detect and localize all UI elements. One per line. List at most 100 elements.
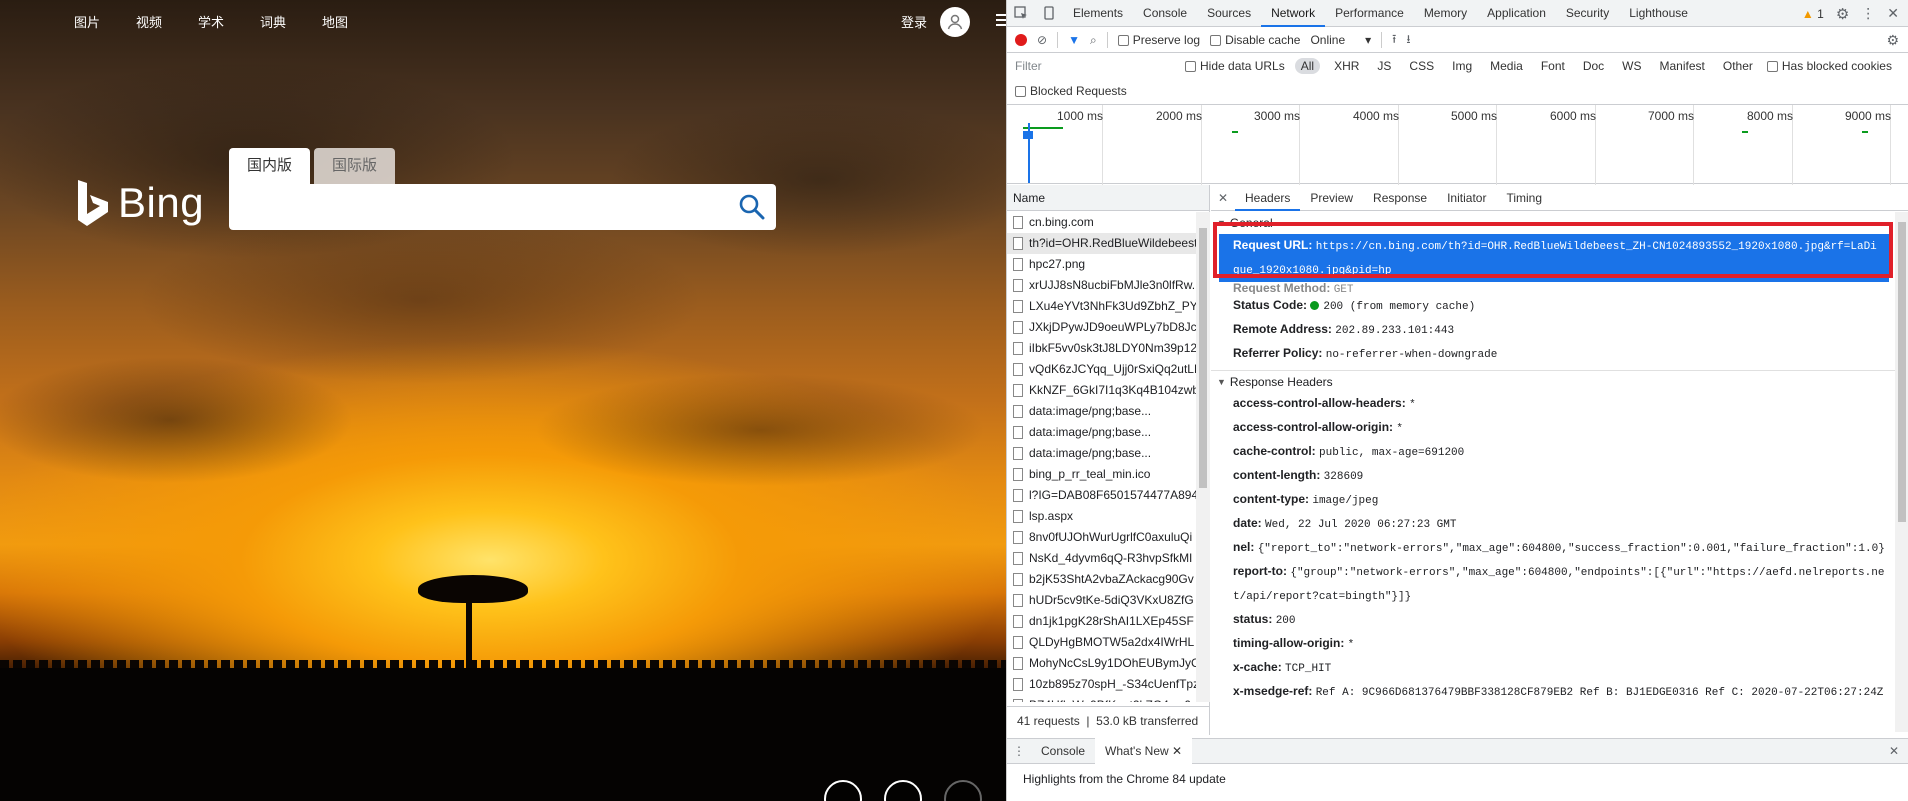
tab-domestic[interactable]: 国内版 bbox=[229, 148, 311, 184]
inspect-element-icon[interactable] bbox=[1007, 0, 1035, 27]
nav-maps[interactable]: 地图 bbox=[322, 12, 384, 31]
filter-type-xhr[interactable]: XHR bbox=[1330, 58, 1363, 74]
has-blocked-cookies-checkbox[interactable]: Has blocked cookies bbox=[1766, 59, 1892, 73]
drawer-menu-icon[interactable]: ⋮ bbox=[1007, 744, 1031, 758]
request-row[interactable]: hpc27.png bbox=[1007, 254, 1196, 275]
throttling-select[interactable]: Online ▾ bbox=[1310, 33, 1371, 47]
filter-type-img[interactable]: Img bbox=[1448, 58, 1476, 74]
request-row[interactable]: NsKd_4dyvm6qQ-R3hvpSfkMI bbox=[1007, 548, 1196, 569]
request-row[interactable]: BZ4UfleWu9BfKnat2kZG4nw6 bbox=[1007, 695, 1196, 702]
detail-scrollbar[interactable] bbox=[1895, 212, 1908, 732]
blocked-requests-checkbox[interactable]: Blocked Requests bbox=[1015, 84, 1127, 100]
record-icon[interactable] bbox=[1015, 34, 1027, 46]
filter-input[interactable]: Filter bbox=[1015, 57, 1175, 75]
tab-response[interactable]: Response bbox=[1363, 185, 1437, 211]
clear-icon[interactable]: ⊘ bbox=[1037, 33, 1047, 47]
search-icon[interactable]: ⌕ bbox=[1090, 33, 1097, 48]
menu-icon[interactable] bbox=[996, 14, 1006, 29]
request-row[interactable]: th?id=OHR.RedBlueWildebeest bbox=[1007, 233, 1196, 254]
tab-international[interactable]: 国际版 bbox=[314, 148, 396, 184]
request-row[interactable]: vQdK6zJCYqq_Ujj0rSxiQq2utLE bbox=[1007, 359, 1196, 380]
general-section-header[interactable]: ▼ General bbox=[1211, 212, 1895, 234]
filter-funnel-icon[interactable]: ▼ bbox=[1068, 33, 1080, 47]
tab-timing[interactable]: Timing bbox=[1496, 185, 1552, 211]
image-info-button[interactable] bbox=[824, 780, 862, 801]
tab-console[interactable]: Console bbox=[1133, 0, 1197, 27]
prev-image-button[interactable] bbox=[884, 780, 922, 801]
tab-network[interactable]: Network bbox=[1261, 0, 1326, 27]
request-row[interactable]: data:image/png;base... bbox=[1007, 401, 1196, 422]
request-row[interactable]: data:image/png;base... bbox=[1007, 422, 1196, 443]
tab-headers[interactable]: Headers bbox=[1235, 185, 1301, 211]
request-row[interactable]: b2jK53ShtA2vbaZAckacg90Gv bbox=[1007, 569, 1196, 590]
request-list-scrollbar[interactable] bbox=[1196, 212, 1210, 702]
next-image-button[interactable] bbox=[944, 780, 982, 801]
request-row[interactable]: LXu4eYVt3NhFk3Ud9ZbhZ_PY bbox=[1007, 296, 1196, 317]
network-settings-gear-icon[interactable]: ⚙ bbox=[1886, 32, 1899, 49]
close-tab-icon[interactable]: ✕ bbox=[1172, 744, 1182, 758]
drawer-tab-whats-new[interactable]: What's New ✕ bbox=[1095, 738, 1193, 764]
disable-cache-checkbox[interactable]: Disable cache bbox=[1210, 33, 1300, 47]
close-detail-icon[interactable]: ✕ bbox=[1211, 191, 1235, 205]
search-input[interactable] bbox=[229, 184, 776, 230]
preserve-log-checkbox[interactable]: Preserve log bbox=[1117, 33, 1200, 47]
filter-type-doc[interactable]: Doc bbox=[1579, 58, 1608, 74]
tab-memory[interactable]: Memory bbox=[1414, 0, 1477, 27]
request-row[interactable]: data:image/png;base... bbox=[1007, 443, 1196, 464]
request-row[interactable]: hUDr5cv9tKe-5diQ3VKxU8ZfG bbox=[1007, 590, 1196, 611]
tab-elements[interactable]: Elements bbox=[1063, 0, 1133, 27]
file-icon bbox=[1013, 342, 1023, 355]
request-row[interactable]: KkNZF_6GkI7I1q3Kq4B104zwb bbox=[1007, 380, 1196, 401]
request-row[interactable]: lsp.aspx bbox=[1007, 506, 1196, 527]
bing-logo[interactable]: Bing bbox=[76, 178, 204, 228]
request-row[interactable]: 10zb895z70spH_-S34cUenfTpz bbox=[1007, 674, 1196, 695]
search-icon[interactable] bbox=[738, 193, 766, 221]
import-har-icon[interactable]: ⭱ bbox=[1392, 30, 1396, 51]
request-row[interactable]: MohyNcCsL9y1DOhEUBymJyC bbox=[1007, 653, 1196, 674]
filter-type-all[interactable]: All bbox=[1294, 58, 1321, 74]
request-url-value[interactable]: https://cn.bing.com/th?id=OHR.RedBlueWil… bbox=[1233, 241, 1877, 277]
tab-application[interactable]: Application bbox=[1477, 0, 1556, 27]
nav-images[interactable]: 图片 bbox=[74, 12, 136, 31]
request-row[interactable]: bing_p_rr_teal_min.ico bbox=[1007, 464, 1196, 485]
warning-badge[interactable]: ▲ 1 bbox=[1802, 7, 1824, 21]
close-devtools-icon[interactable]: ✕ bbox=[1887, 5, 1899, 22]
request-row[interactable]: cn.bing.com bbox=[1007, 212, 1196, 233]
request-row[interactable]: QLDyHgBMOTW5a2dx4IWrHL bbox=[1007, 632, 1196, 653]
filter-type-js[interactable]: JS bbox=[1373, 58, 1395, 74]
request-url-row[interactable]: Request URL: https://cn.bing.com/th?id=O… bbox=[1219, 234, 1889, 282]
nav-academic[interactable]: 学术 bbox=[198, 12, 260, 31]
tab-lighthouse[interactable]: Lighthouse bbox=[1619, 0, 1698, 27]
filter-type-media[interactable]: Media bbox=[1486, 58, 1527, 74]
filter-type-manifest[interactable]: Manifest bbox=[1656, 58, 1709, 74]
filter-type-font[interactable]: Font bbox=[1537, 58, 1569, 74]
nav-dictionary[interactable]: 词典 bbox=[260, 12, 322, 31]
tab-preview[interactable]: Preview bbox=[1300, 185, 1363, 211]
request-row[interactable]: iIbkF5vv0sk3tJ8LDY0Nm39p12 bbox=[1007, 338, 1196, 359]
request-row[interactable]: dn1jk1pgK28rShAI1LXEp45SF bbox=[1007, 611, 1196, 632]
name-column-header[interactable]: Name bbox=[1007, 185, 1209, 211]
more-options-icon[interactable]: ⋮ bbox=[1861, 5, 1875, 22]
request-row[interactable]: xrUJJ8sN8ucbiFbMJle3n0lfRw... bbox=[1007, 275, 1196, 296]
tab-security[interactable]: Security bbox=[1556, 0, 1619, 27]
export-har-icon[interactable]: ⭳ bbox=[1406, 30, 1410, 51]
request-row[interactable]: JXkjDPywJD9oeuWPLy7bD8Jc bbox=[1007, 317, 1196, 338]
device-toolbar-icon[interactable] bbox=[1035, 0, 1063, 27]
tab-initiator[interactable]: Initiator bbox=[1437, 185, 1496, 211]
drawer-tab-console[interactable]: Console bbox=[1031, 738, 1095, 764]
settings-gear-icon[interactable]: ⚙ bbox=[1836, 5, 1849, 23]
request-row[interactable]: 8nv0fUJOhWurUgrlfC0axuluQi bbox=[1007, 527, 1196, 548]
hide-data-urls-checkbox[interactable]: Hide data URLs bbox=[1185, 59, 1285, 73]
tab-sources[interactable]: Sources bbox=[1197, 0, 1261, 27]
close-drawer-icon[interactable]: ✕ bbox=[1889, 744, 1899, 758]
request-row[interactable]: l?IG=DAB08F6501574477A894 bbox=[1007, 485, 1196, 506]
nav-videos[interactable]: 视频 bbox=[136, 12, 198, 31]
filter-type-ws[interactable]: WS bbox=[1618, 58, 1645, 74]
login-link[interactable]: 登录 bbox=[901, 12, 927, 31]
filter-type-css[interactable]: CSS bbox=[1405, 58, 1438, 74]
response-headers-section-header[interactable]: ▼ Response Headers bbox=[1211, 370, 1895, 392]
user-avatar-icon[interactable] bbox=[940, 7, 970, 37]
filter-type-other[interactable]: Other bbox=[1719, 58, 1757, 74]
network-overview-timeline[interactable]: 1000 ms 2000 ms 3000 ms 4000 ms 5000 ms … bbox=[1007, 104, 1908, 185]
tab-performance[interactable]: Performance bbox=[1325, 0, 1414, 27]
